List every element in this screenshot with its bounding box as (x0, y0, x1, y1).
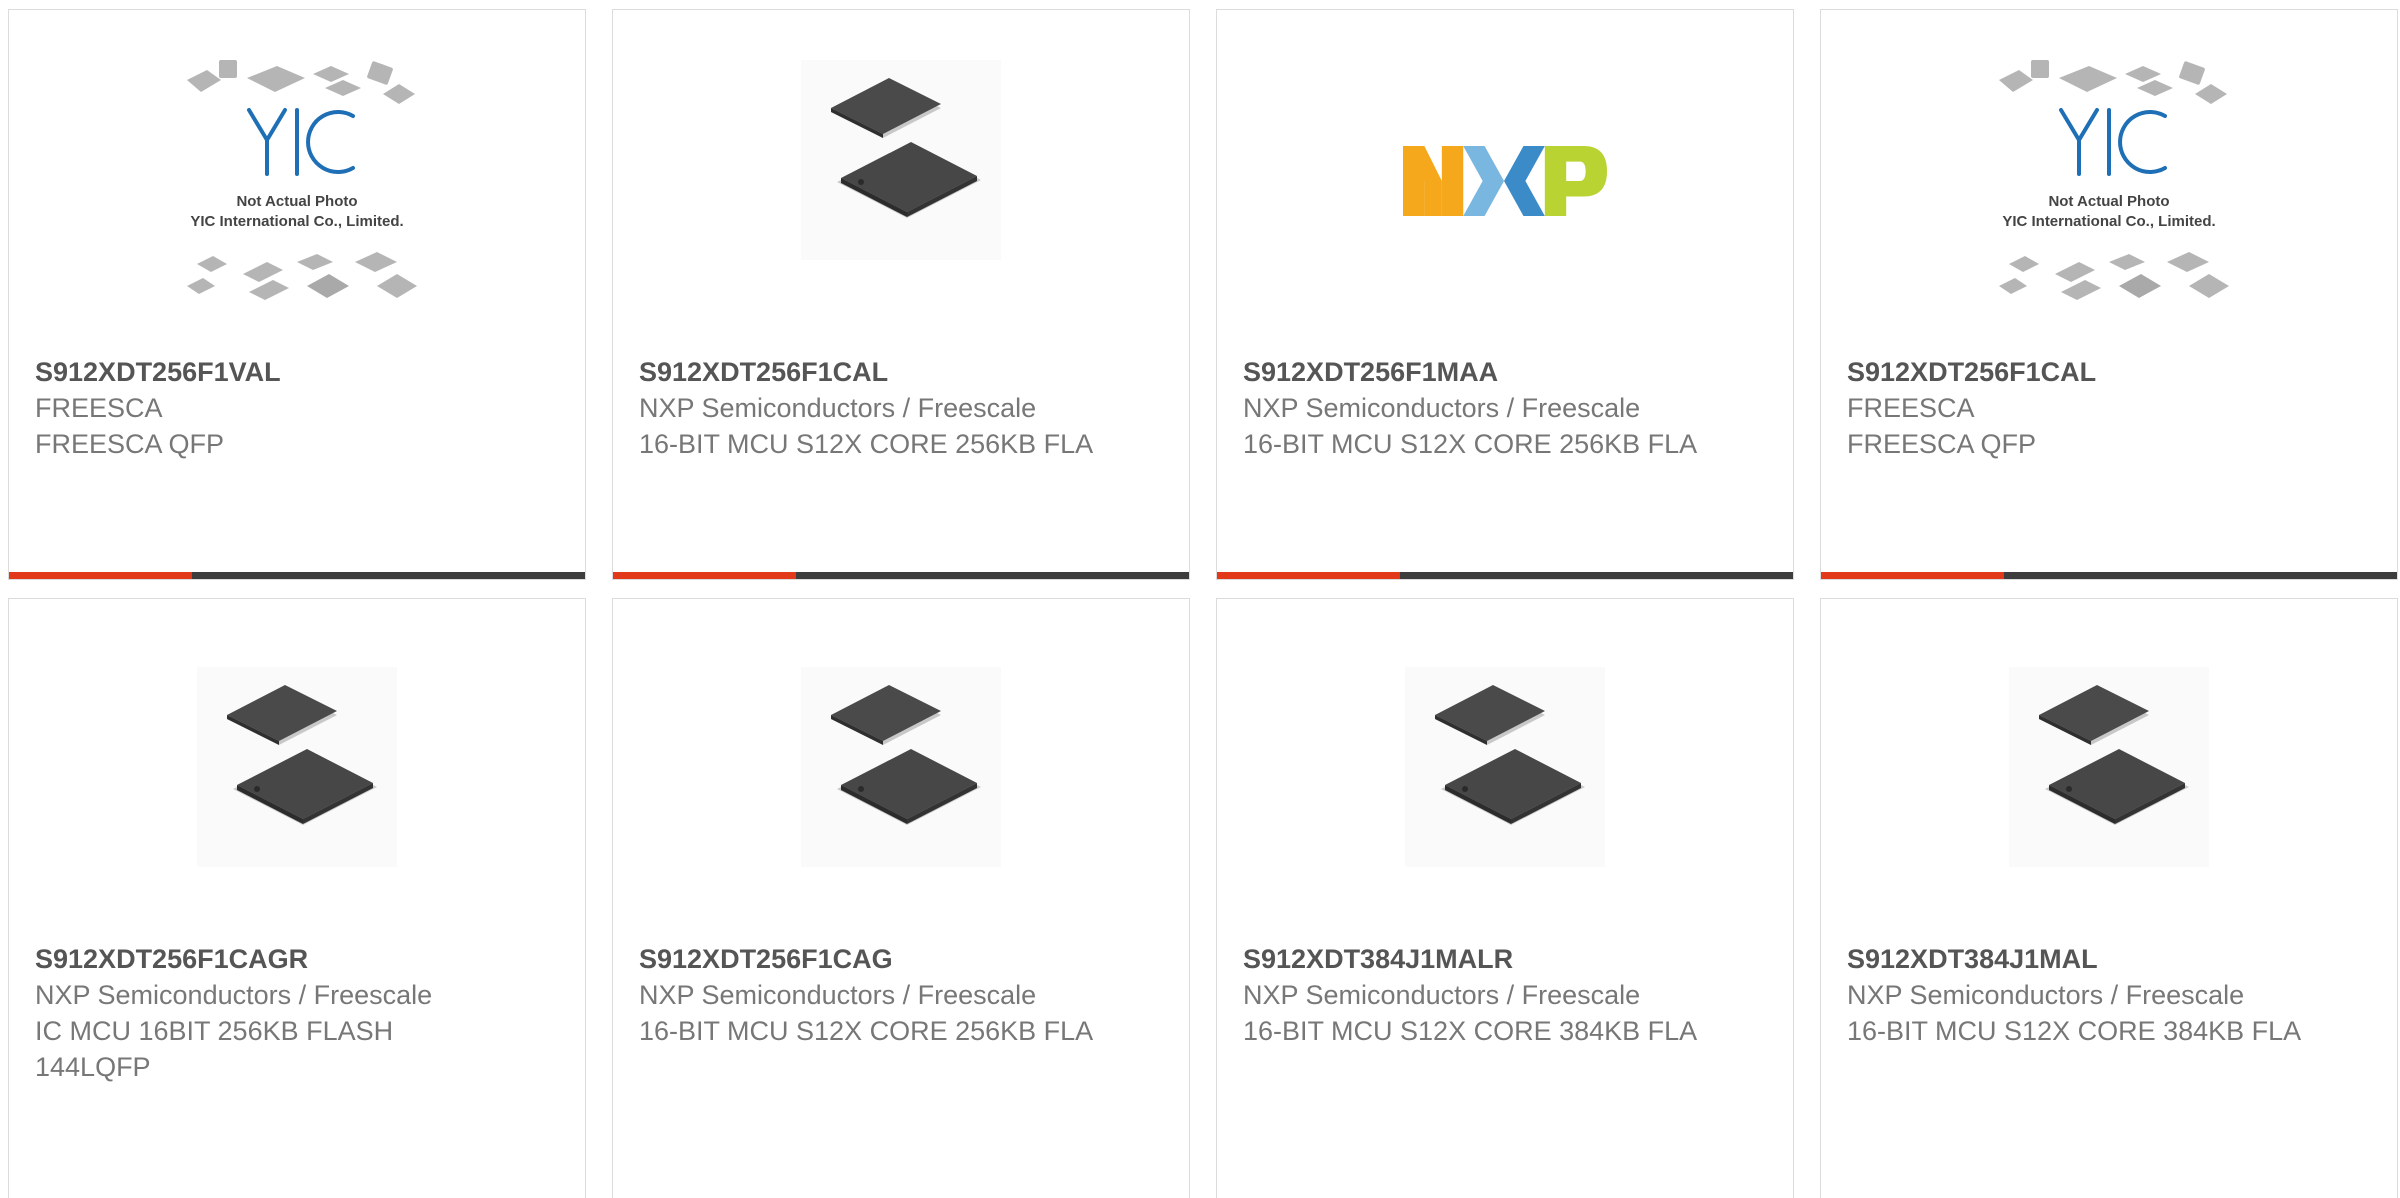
yic-placeholder-icon (157, 48, 437, 308)
card-accent-bar (613, 572, 1189, 579)
description: FREESCA QFP (1847, 429, 2037, 459)
product-card[interactable]: S912XDT256F1CAL FREESCA FREESCA QFP (1820, 9, 2398, 580)
manufacturer: NXP Semiconductors / Freescale (1847, 980, 2245, 1010)
card-accent-bar (1217, 572, 1793, 579)
description: FREESCA QFP (35, 429, 225, 459)
nxp-logo-icon (1403, 142, 1607, 220)
product-image (613, 667, 1189, 967)
product-card[interactable]: S912XDT384J1MALR NXP Semiconductors / Fr… (1216, 598, 1794, 1198)
product-image (1821, 48, 2397, 348)
card-accent-bar (9, 572, 585, 579)
part-number[interactable]: S912XDT256F1VAL (35, 354, 565, 390)
part-number[interactable]: S912XDT384J1MALR (1243, 941, 1773, 977)
manufacturer: NXP Semiconductors / Freescale (35, 980, 433, 1010)
product-card[interactable]: S912XDT384J1MAL NXP Semiconductors / Fre… (1820, 598, 2398, 1198)
manufacturer: FREESCA (35, 393, 163, 423)
qfp-chip-icon (2009, 667, 2209, 867)
description: IC MCU 16BIT 256KB FLASH 144LQFP (35, 1016, 394, 1082)
product-image (1821, 667, 2397, 967)
manufacturer: NXP Semiconductors / Freescale (1243, 393, 1641, 423)
product-image (1217, 667, 1793, 967)
product-card[interactable]: S912XDT256F1CAG NXP Semiconductors / Fre… (612, 598, 1190, 1198)
qfp-chip-icon (1405, 667, 1605, 867)
description: 16-BIT MCU S12X CORE 384KB FLA (1243, 1016, 1698, 1046)
product-card[interactable]: S912XDT256F1MAA NXP Semiconductors / Fre… (1216, 9, 1794, 580)
manufacturer: NXP Semiconductors / Freescale (639, 393, 1037, 423)
part-number[interactable]: S912XDT384J1MAL (1847, 941, 2377, 977)
manufacturer: NXP Semiconductors / Freescale (639, 980, 1037, 1010)
description: 16-BIT MCU S12X CORE 384KB FLA (1847, 1016, 2302, 1046)
part-number[interactable]: S912XDT256F1CAG (639, 941, 1169, 977)
part-number[interactable]: S912XDT256F1CAL (1847, 354, 2377, 390)
yic-placeholder-icon (1969, 48, 2249, 308)
qfp-chip-icon (801, 667, 1001, 867)
part-number[interactable]: S912XDT256F1CAL (639, 354, 1169, 390)
description: 16-BIT MCU S12X CORE 256KB FLA (1243, 429, 1698, 459)
manufacturer: FREESCA (1847, 393, 1975, 423)
qfp-chip-icon (197, 667, 397, 867)
product-card[interactable]: S912XDT256F1CAL NXP Semiconductors / Fre… (612, 9, 1190, 580)
description: 16-BIT MCU S12X CORE 256KB FLA (639, 429, 1094, 459)
card-accent-bar (1821, 572, 2397, 579)
product-image (9, 48, 585, 348)
product-image (9, 667, 585, 967)
product-image (613, 60, 1189, 360)
product-grid: S912XDT256F1VAL FREESCA FREESCA QFP S912… (0, 0, 2400, 1198)
qfp-chip-icon (801, 60, 1001, 260)
part-number[interactable]: S912XDT256F1CAGR (35, 941, 565, 977)
product-card[interactable]: S912XDT256F1VAL FREESCA FREESCA QFP (8, 9, 586, 580)
product-card[interactable]: S912XDT256F1CAGR NXP Semiconductors / Fr… (8, 598, 586, 1198)
description: 16-BIT MCU S12X CORE 256KB FLA (639, 1016, 1094, 1046)
part-number[interactable]: S912XDT256F1MAA (1243, 354, 1773, 390)
manufacturer: NXP Semiconductors / Freescale (1243, 980, 1641, 1010)
